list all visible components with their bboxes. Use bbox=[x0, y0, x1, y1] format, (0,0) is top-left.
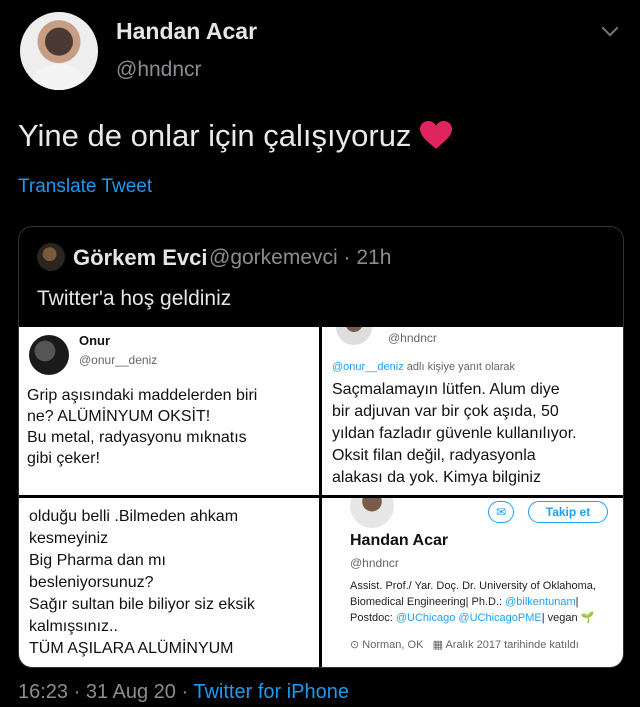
profile-bio: Assist. Prof./ Yar. Doç. Dr. University … bbox=[350, 578, 622, 626]
bio-text: | vegan bbox=[541, 612, 578, 624]
profile-handle: @hndncr bbox=[350, 556, 399, 570]
onur-line: gibi çeker! bbox=[27, 450, 100, 467]
reply-user-link: @onur__deniz bbox=[332, 361, 404, 373]
continuation-line: olduğu belli .Bilmeden ahkam bbox=[29, 508, 239, 525]
reply-line: alakası da yok. Kimya bilginiz bbox=[332, 469, 541, 486]
reply-tweet-body: Saçmalamayın lütfen. Alum diye bir adjuv… bbox=[332, 379, 577, 489]
onur-line: Bu metal, radyasyonu mıknatıs bbox=[27, 429, 247, 446]
tweet-text: Yine de onlar için çalışıyoruz bbox=[18, 118, 453, 154]
collage-panel-continuation: olduğu belli .Bilmeden ahkam kesmeyiniz … bbox=[19, 498, 319, 667]
collage-panel-onur: Onur @onur__deniz Grip aşısındaki maddel… bbox=[19, 327, 319, 495]
continuation-line: TÜM AŞILARA ALÜMİNYUM bbox=[29, 640, 234, 657]
location-icon: ⊙ bbox=[350, 639, 360, 651]
onur-avatar bbox=[29, 335, 69, 375]
continuation-line: Big Pharma dan mı bbox=[29, 552, 166, 569]
bio-line: Biomedical Engineering| Ph.D.: @bilkentu… bbox=[350, 594, 622, 610]
bio-line: Postdoc: @UChicago @UChicagoPME| vegan 🌱 bbox=[350, 610, 622, 626]
onur-tweet-body: Grip aşısındaki maddelerden biri ne? ALÜ… bbox=[27, 385, 257, 469]
continuation-line: kalmışsınız.. bbox=[29, 618, 118, 635]
tweet-text-content: Yine de onlar için çalışıyoruz bbox=[18, 118, 412, 153]
reply-handle: @hndncr bbox=[388, 331, 437, 345]
bio-line: Assist. Prof./ Yar. Doç. Dr. University … bbox=[350, 580, 596, 592]
calendar-icon: ▦ bbox=[432, 639, 443, 651]
author-handle[interactable]: @hndncr bbox=[116, 58, 202, 82]
continuation-body: olduğu belli .Bilmeden ahkam kesmeyiniz … bbox=[29, 506, 255, 660]
reply-line: Oksit filan değil, radyasyonla bbox=[332, 447, 536, 464]
quote-time: 21h bbox=[356, 246, 392, 269]
profile-meta: ⊙ Norman, OK ▦ Aralık 2017 tarihinde kat… bbox=[350, 638, 579, 651]
chevron-down-icon[interactable] bbox=[601, 19, 619, 37]
collage-panel-reply: @hndncr @onur__deniz adlı kişiye yanıt o… bbox=[322, 327, 623, 495]
reply-line: yıldan fazladır güvenle kullanılıyor. bbox=[332, 425, 577, 442]
bio-text: Biomedical Engineering| Ph.D.: bbox=[350, 596, 503, 608]
hndncr-avatar bbox=[336, 327, 372, 345]
bio-link: @UChicagoPME bbox=[458, 612, 542, 624]
bio-text: Postdoc: bbox=[350, 612, 393, 624]
follow-button: Takip et bbox=[528, 501, 608, 523]
continuation-line: besleniyorsunuz? bbox=[29, 574, 154, 591]
profile-name: Handan Acar bbox=[350, 532, 449, 549]
quoted-tweet[interactable]: Görkem Evci @gorkemevci · 21h Twitter'a … bbox=[18, 226, 624, 668]
quote-author-meta: @gorkemevci · 21h bbox=[209, 246, 392, 269]
seedling-icon: 🌱 bbox=[580, 612, 595, 624]
message-icon: ✉ bbox=[488, 501, 514, 523]
continuation-line: Sağır sultan bile biliyor siz eksik bbox=[29, 596, 255, 613]
reply-line: Saçmalamayın lütfen. Alum diye bbox=[332, 381, 560, 398]
profile-location: Norman, OK bbox=[362, 639, 424, 651]
quote-author-handle: @gorkemevci bbox=[209, 246, 338, 269]
onur-name: Onur bbox=[79, 333, 111, 348]
profile-joined: Aralık 2017 tarihinde katıldı bbox=[445, 639, 579, 651]
quote-text: Twitter'a hoş geldiniz bbox=[37, 287, 232, 310]
reply-suffix: adlı kişiye yanıt olarak bbox=[406, 361, 515, 373]
author-name[interactable]: Handan Acar bbox=[116, 18, 257, 45]
footer-date: 31 Aug 20 bbox=[85, 681, 176, 703]
author-avatar[interactable] bbox=[20, 12, 98, 90]
profile-avatar bbox=[350, 498, 394, 528]
quote-author-name: Görkem Evci bbox=[73, 245, 208, 270]
reply-context: @onur__deniz adlı kişiye yanıt olarak bbox=[332, 361, 515, 373]
onur-line: Grip aşısındaki maddelerden biri bbox=[27, 387, 258, 404]
continuation-line: kesmeyiniz bbox=[29, 530, 109, 547]
onur-handle: @onur__deniz bbox=[79, 353, 158, 367]
reply-line: bir adjuvan var bir çok aşıda, 50 bbox=[332, 403, 559, 420]
translate-tweet-link[interactable]: Translate Tweet bbox=[18, 176, 152, 198]
bio-link: @UChicago bbox=[395, 612, 456, 624]
footer-time: 16:23 bbox=[18, 681, 69, 703]
onur-line: ne? ALÜMİNYUM OKSİT! bbox=[27, 408, 211, 425]
quote-author-avatar bbox=[37, 243, 65, 271]
bio-link: @bilkentunam bbox=[505, 596, 576, 608]
collage-panel-profile: ✉ Takip et Handan Acar @hndncr Assist. P… bbox=[322, 498, 623, 667]
footer-source-link[interactable]: Twitter for iPhone bbox=[193, 681, 349, 703]
screenshot-collage[interactable]: Onur @onur__deniz Grip aşısındaki maddel… bbox=[19, 327, 623, 667]
tweet-footer: 16:23 · 31 Aug 20 · Twitter for iPhone bbox=[18, 681, 349, 703]
bio-text: | bbox=[575, 596, 579, 608]
heart-icon bbox=[420, 121, 453, 149]
